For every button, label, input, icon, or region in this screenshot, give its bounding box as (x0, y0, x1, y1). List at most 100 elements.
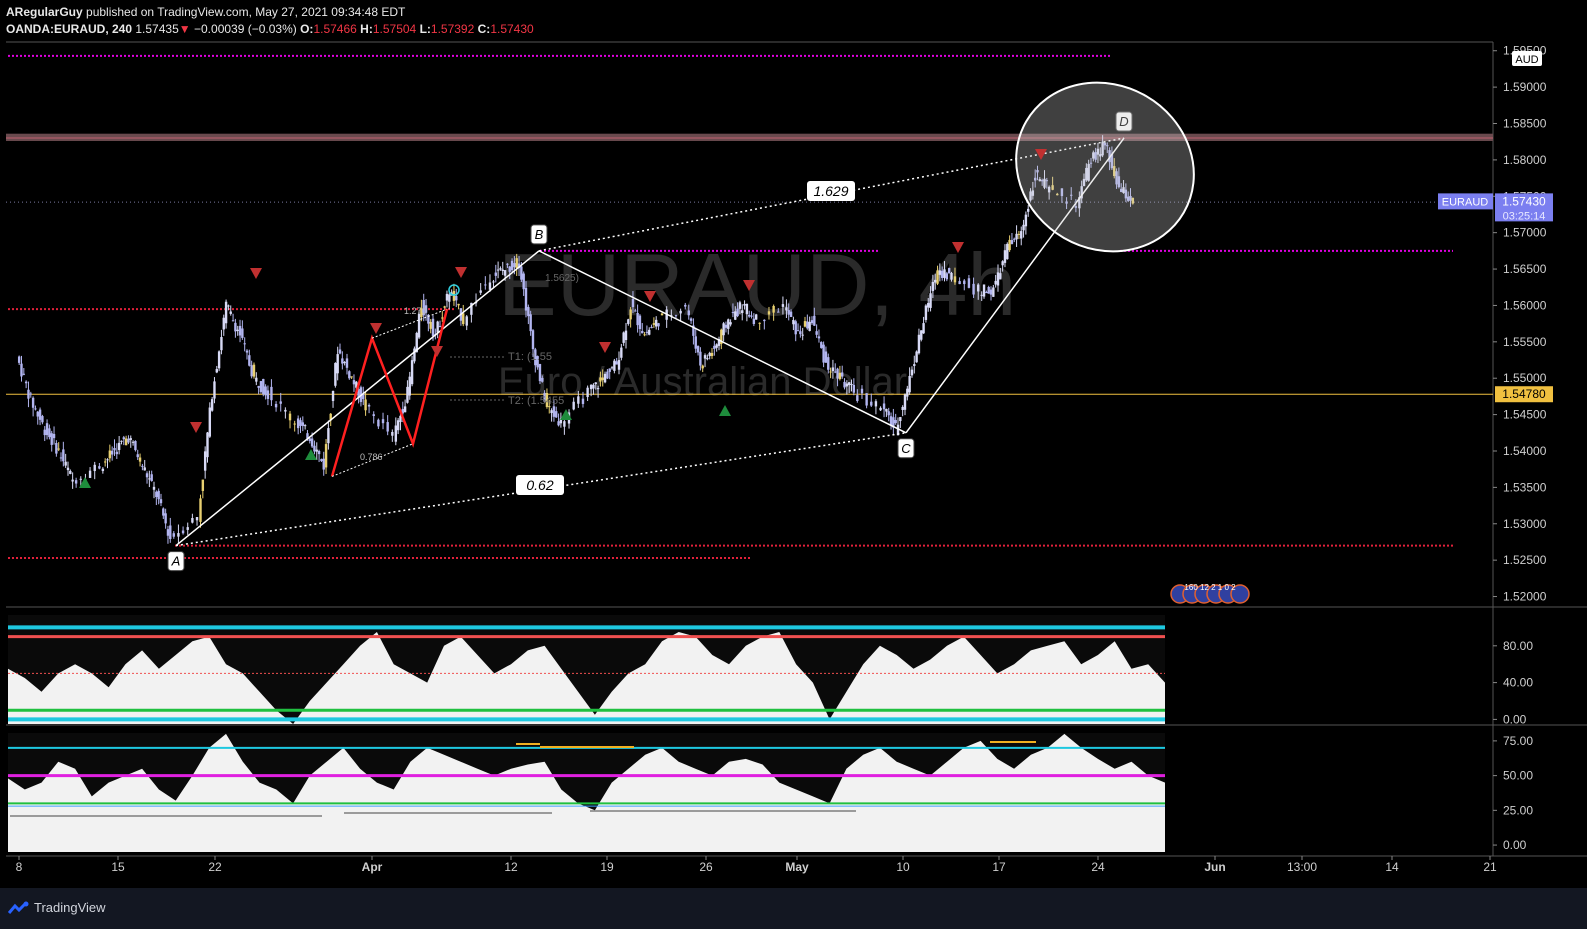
candle-body (843, 381, 846, 388)
candle-body (674, 315, 678, 317)
pattern-point-label: C (901, 441, 911, 456)
candle-body (143, 467, 146, 471)
time-tick-label: 21 (1483, 860, 1497, 874)
candle-body (45, 423, 49, 436)
candle-body (17, 356, 21, 363)
candle-body (274, 403, 278, 408)
candle-body (777, 311, 780, 313)
pattern-point-label: B (535, 227, 544, 242)
level-badge-label: 1.54780 (1502, 387, 1546, 401)
pattern-point-c: C (897, 438, 915, 459)
candle-body (822, 344, 825, 363)
candle-body (484, 284, 487, 286)
candle-body (889, 416, 893, 426)
candle-body (431, 318, 435, 337)
candle-body (996, 272, 1000, 286)
candle-body (331, 391, 335, 401)
candle-body (117, 442, 121, 450)
candle-body (479, 290, 482, 293)
candle-body (606, 371, 609, 379)
candle-body (195, 517, 199, 521)
candle-body (894, 420, 897, 424)
candle-body (620, 347, 623, 358)
candle-body (806, 321, 809, 329)
time-tick-label: 14 (1385, 860, 1399, 874)
candle-body (336, 354, 339, 374)
ratio-label-text: 1.629 (813, 183, 848, 199)
time-tick-label: May (785, 860, 809, 874)
candle-body (927, 303, 930, 308)
sell-signal-icon (190, 422, 202, 433)
candle-body (455, 296, 458, 301)
time-tick-label: 12 (504, 860, 518, 874)
candle-body (227, 305, 230, 307)
symbol-info: OANDA:EURAUD, 240 1.57435▼ −0.00039 (−0.… (6, 22, 534, 36)
price-tick-label: 1.55000 (1503, 371, 1547, 385)
oscillator-tick-label: 50.00 (1503, 769, 1533, 783)
candle-body (710, 352, 714, 357)
price-tick-label: 1.54500 (1503, 408, 1547, 422)
candle-body (687, 310, 690, 316)
candle-body (920, 330, 923, 340)
symbol-badge-label: EURAUD (1442, 196, 1489, 208)
candle-body (945, 273, 949, 280)
candle-body (748, 314, 751, 317)
candle-body (785, 307, 788, 311)
candle-body (850, 383, 853, 385)
candle-body (381, 419, 385, 424)
last-price-badge-label: 1.57430 (1502, 194, 1546, 208)
candle-body (603, 373, 607, 383)
candle-body (550, 410, 553, 414)
candle-body (947, 268, 951, 274)
candle-body (22, 373, 26, 375)
tradingview-logo-icon[interactable] (8, 901, 30, 915)
candle-body (541, 377, 544, 382)
time-tick-label: 24 (1091, 860, 1105, 874)
candle-body (596, 388, 600, 390)
candle-body (627, 319, 630, 324)
candle-body (527, 306, 530, 317)
candle-body (913, 364, 916, 366)
candle-body (622, 332, 625, 343)
price-tick-label: 1.56000 (1503, 298, 1547, 312)
candle-body (531, 330, 535, 350)
time-tick-label: 8 (16, 860, 23, 874)
candle-body (934, 279, 937, 283)
candle-body (113, 447, 116, 451)
candles (17, 135, 1135, 544)
candle-body (201, 479, 205, 491)
candle-body (317, 450, 321, 455)
candle-body (860, 388, 864, 394)
candle-body (522, 273, 525, 290)
candle-body (652, 323, 656, 325)
candle-body (643, 334, 646, 336)
footer-brand[interactable]: TradingView (34, 900, 106, 915)
candle-body (436, 321, 439, 333)
inner-pattern (330, 308, 449, 477)
candle-body (345, 358, 349, 368)
candle-body (348, 371, 351, 379)
candle-body (950, 273, 953, 280)
candle-body (364, 399, 367, 411)
candle-body (217, 351, 221, 369)
candle-body (967, 278, 971, 288)
oscillator-tick-label: 0.00 (1503, 838, 1527, 852)
publisher-name[interactable]: ARegularGuy (6, 5, 83, 19)
candle-body (155, 491, 158, 498)
candle-body (441, 317, 444, 319)
candle-body (715, 344, 718, 348)
candle-body (408, 376, 411, 396)
candle-body (829, 371, 832, 373)
candle-body (264, 386, 267, 396)
candle-body (224, 301, 228, 324)
candle-body (701, 365, 704, 369)
candle-body (987, 286, 990, 294)
low-value: 1.57392 (430, 22, 475, 36)
chart-canvas[interactable]: EURAUD, 4hEuro / Australian DollarABCD1.… (0, 0, 1587, 929)
candle-body (817, 336, 821, 339)
candle-body (215, 369, 218, 373)
candle-body (124, 438, 128, 446)
candle-body (417, 313, 421, 338)
candle-body (266, 390, 270, 399)
candle-body (870, 401, 873, 406)
